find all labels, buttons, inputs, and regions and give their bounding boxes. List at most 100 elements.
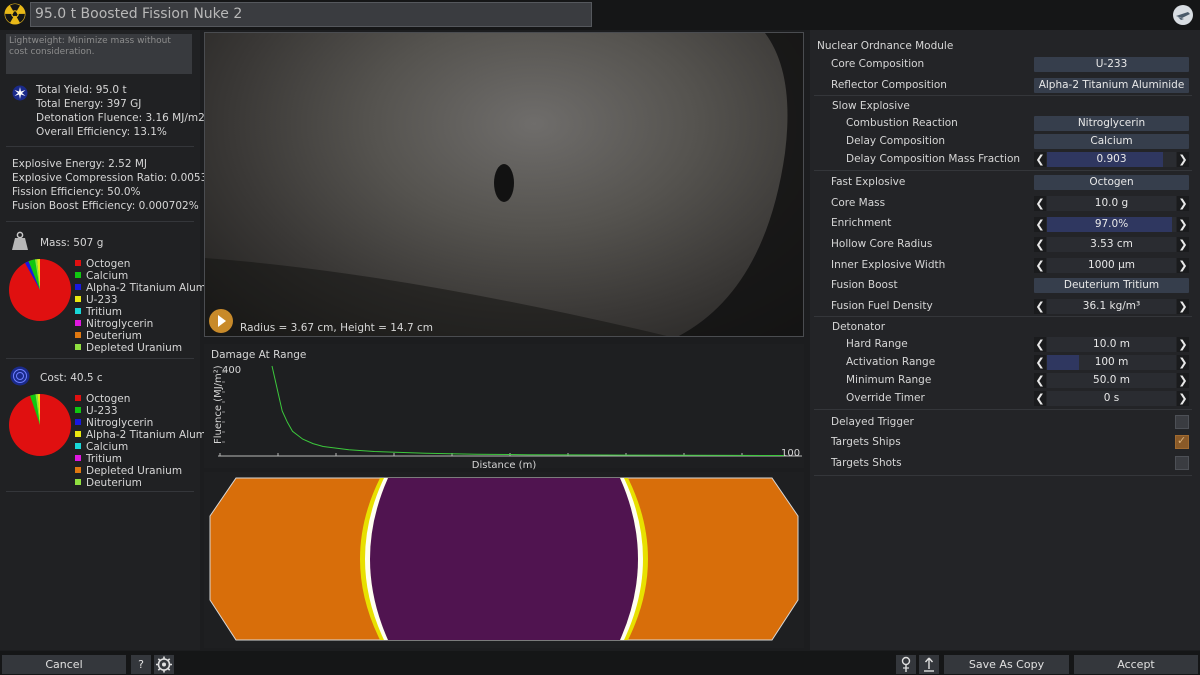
stepper-value: 3.53 cm (1090, 238, 1133, 250)
fusion-boost-select[interactable]: Deuterium Tritium (1034, 278, 1189, 293)
reflector-composition-label: Reflector Composition (831, 79, 947, 91)
core-composition-label: Core Composition (831, 58, 925, 70)
decrease-arrow-icon[interactable]: ❮ (1034, 237, 1046, 252)
delay-mass-fraction-stepper[interactable]: ❮ 0.903 ❯ (1034, 152, 1189, 167)
activation-range-stepper[interactable]: ❮ 100 m ❯ (1034, 355, 1189, 370)
enrichment-label: Enrichment (831, 217, 892, 229)
cost-legend-item: Calcium (75, 441, 206, 453)
core-composition-select[interactable]: U-233 (1034, 57, 1189, 72)
stepper-field[interactable]: 10.0 g (1047, 196, 1176, 211)
gear-icon[interactable] (154, 655, 174, 674)
increase-arrow-icon[interactable]: ❯ (1177, 337, 1189, 352)
legend-swatch (75, 320, 81, 326)
targets-ships-checkbox[interactable]: ✓ (1175, 434, 1189, 449)
legend-swatch (75, 308, 81, 314)
stepper-field[interactable]: 1000 μm (1047, 258, 1176, 273)
stepper-field[interactable]: 10.0 m (1047, 337, 1176, 352)
cost-legend: Octogen U-233 Nitroglycerin Alpha-2 Titaniu… (75, 393, 206, 489)
stepper-value: 10.0 g (1094, 197, 1129, 209)
stepper-field[interactable]: 50.0 m (1047, 373, 1176, 388)
legend-swatch (75, 419, 81, 425)
override-timer-stepper[interactable]: ❮ 0 s ❯ (1034, 391, 1189, 406)
stepper-field[interactable]: 100 m (1047, 355, 1176, 370)
radiation-icon (4, 3, 26, 25)
upload-icon[interactable] (919, 655, 939, 674)
damage-chart: Fluence (MJ/m²) 400 100 Distance (m) (213, 365, 802, 471)
decrease-arrow-icon[interactable]: ❮ (1034, 217, 1046, 232)
fast-explosive-select[interactable]: Octogen (1034, 175, 1189, 190)
stepper-field[interactable]: 0.903 (1047, 152, 1176, 167)
increase-arrow-icon[interactable]: ❯ (1177, 258, 1189, 273)
decrease-arrow-icon[interactable]: ❮ (1034, 299, 1046, 314)
pin-icon[interactable] (896, 655, 916, 674)
fast-explosive-label: Fast Explosive (831, 176, 906, 188)
stepper-field[interactable]: 0 s (1047, 391, 1176, 406)
divider (6, 491, 194, 492)
design-name-input[interactable]: 95.0 t Boosted Fission Nuke 2 (30, 2, 592, 27)
delay-mass-fraction-label: Delay Composition Mass Fraction (846, 153, 1021, 165)
save-as-copy-button[interactable]: Save As Copy (944, 655, 1069, 674)
stepper-value: 36.1 kg/m³ (1082, 300, 1141, 312)
legend-label: Alpha-2 Titanium Alum (86, 429, 206, 441)
ship-icon[interactable] (1172, 4, 1194, 26)
fusion-fuel-density-stepper[interactable]: ❮ 36.1 kg/m³ ❯ (1034, 299, 1189, 314)
accept-button[interactable]: Accept (1074, 655, 1198, 674)
hollow-core-radius-stepper[interactable]: ❮ 3.53 cm ❯ (1034, 237, 1189, 252)
decrease-arrow-icon[interactable]: ❮ (1034, 355, 1046, 370)
mass-legend-item: Depleted Uranium (75, 342, 206, 354)
targets-shots-label: Targets Shots (831, 457, 902, 469)
cost-legend-item: Octogen (75, 393, 206, 405)
total-yield: Total Yield: 95.0 t (36, 84, 127, 96)
detonator-label: Detonator (832, 321, 886, 333)
combustion-reaction-select[interactable]: Nitroglycerin (1034, 116, 1189, 131)
decrease-arrow-icon[interactable]: ❮ (1034, 258, 1046, 273)
legend-swatch (75, 479, 81, 485)
stepper-field[interactable]: 36.1 kg/m³ (1047, 299, 1176, 314)
slow-explosive-label: Slow Explosive (832, 100, 910, 112)
delay-composition-select[interactable]: Calcium (1034, 134, 1189, 149)
decrease-arrow-icon[interactable]: ❮ (1034, 152, 1046, 167)
delayed-trigger-checkbox[interactable] (1175, 415, 1189, 429)
cost-pie-chart (8, 393, 72, 457)
mass-pie-chart (8, 258, 72, 322)
stepper-field[interactable]: 97.0% (1047, 217, 1176, 232)
legend-label: Calcium (86, 270, 129, 282)
targets-ships-label: Targets Ships (831, 436, 901, 448)
decrease-arrow-icon[interactable]: ❮ (1034, 196, 1046, 211)
decrease-arrow-icon[interactable]: ❮ (1034, 391, 1046, 406)
increase-arrow-icon[interactable]: ❯ (1177, 373, 1189, 388)
stepper-value: 100 m (1094, 356, 1129, 368)
cost-legend-item: Nitroglycerin (75, 417, 206, 429)
mass-legend-item: U-233 (75, 294, 206, 306)
increase-arrow-icon[interactable]: ❯ (1177, 237, 1189, 252)
increase-arrow-icon[interactable]: ❯ (1177, 217, 1189, 232)
stepper-field[interactable]: 3.53 cm (1047, 237, 1176, 252)
decrease-arrow-icon[interactable]: ❮ (1034, 373, 1046, 388)
divider (814, 170, 1192, 171)
decrease-arrow-icon[interactable]: ❮ (1034, 337, 1046, 352)
play-button[interactable] (209, 309, 233, 333)
minimum-range-label: Minimum Range (846, 374, 932, 386)
increase-arrow-icon[interactable]: ❯ (1177, 196, 1189, 211)
inner-explosive-width-stepper[interactable]: ❮ 1000 μm ❯ (1034, 258, 1189, 273)
targets-shots-checkbox[interactable] (1175, 456, 1189, 470)
cost-legend-item: U-233 (75, 405, 206, 417)
legend-swatch (75, 431, 81, 437)
x-axis-label: Distance (m) (472, 460, 537, 471)
hard-range-stepper[interactable]: ❮ 10.0 m ❯ (1034, 337, 1189, 352)
reflector-composition-select[interactable]: Alpha-2 Titanium Aluminide (1034, 78, 1189, 93)
mass-legend-item: Octogen (75, 258, 206, 270)
3d-viewport[interactable] (204, 32, 804, 337)
dimensions-caption: Radius = 3.67 cm, Height = 14.7 cm (240, 322, 433, 334)
help-button[interactable]: ? (131, 655, 151, 674)
increase-arrow-icon[interactable]: ❯ (1177, 152, 1189, 167)
cancel-button[interactable]: Cancel (2, 655, 126, 674)
increase-arrow-icon[interactable]: ❯ (1177, 355, 1189, 370)
minimum-range-stepper[interactable]: ❮ 50.0 m ❯ (1034, 373, 1189, 388)
core-mass-stepper[interactable]: ❮ 10.0 g ❯ (1034, 196, 1189, 211)
increase-arrow-icon[interactable]: ❯ (1177, 299, 1189, 314)
enrichment-stepper[interactable]: ❮ 97.0% ❯ (1034, 217, 1189, 232)
legend-label: Nitroglycerin (86, 417, 154, 429)
increase-arrow-icon[interactable]: ❯ (1177, 391, 1189, 406)
legend-swatch (75, 407, 81, 413)
